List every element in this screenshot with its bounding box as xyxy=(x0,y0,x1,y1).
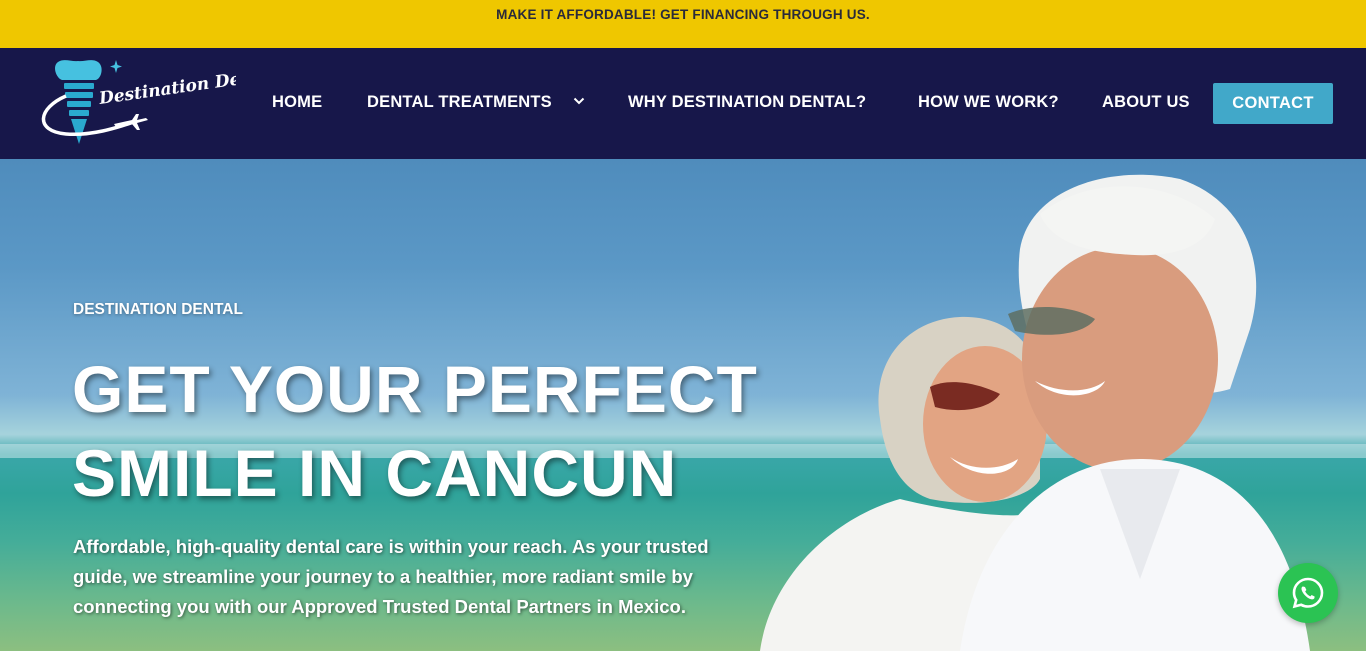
nav-home[interactable]: HOME xyxy=(272,93,322,112)
main-navigation: Destination Dental HOME DENTAL TREATMENT… xyxy=(0,48,1366,159)
whatsapp-icon xyxy=(1292,577,1324,609)
hero-headline: GET YOUR PERFECT SMILE IN CANCUN xyxy=(72,347,792,515)
hero-headline-line-1: GET YOUR PERFECT xyxy=(72,352,758,426)
hero-section: DESTINATION DENTAL GET YOUR PERFECT SMIL… xyxy=(0,159,1366,651)
hero-headline-line-2: SMILE IN CANCUN xyxy=(72,436,678,510)
nav-why-destination-dental[interactable]: WHY DESTINATION DENTAL? xyxy=(628,93,866,112)
nav-about-us[interactable]: ABOUT US xyxy=(1102,93,1190,112)
contact-button[interactable]: CONTACT xyxy=(1213,83,1333,124)
nav-dental-treatments[interactable]: DENTAL TREATMENTS xyxy=(367,93,552,112)
announcement-bar: MAKE IT AFFORDABLE! GET FINANCING THROUG… xyxy=(0,0,1366,48)
chevron-down-icon[interactable] xyxy=(573,97,585,105)
announcement-text: MAKE IT AFFORDABLE! GET FINANCING THROUG… xyxy=(496,6,870,22)
hero-subtext: Affordable, high-quality dental care is … xyxy=(73,536,709,617)
hero-eyebrow: DESTINATION DENTAL xyxy=(73,301,243,318)
whatsapp-chat-button[interactable] xyxy=(1278,563,1338,623)
nav-how-we-work[interactable]: HOW WE WORK? xyxy=(918,93,1059,112)
